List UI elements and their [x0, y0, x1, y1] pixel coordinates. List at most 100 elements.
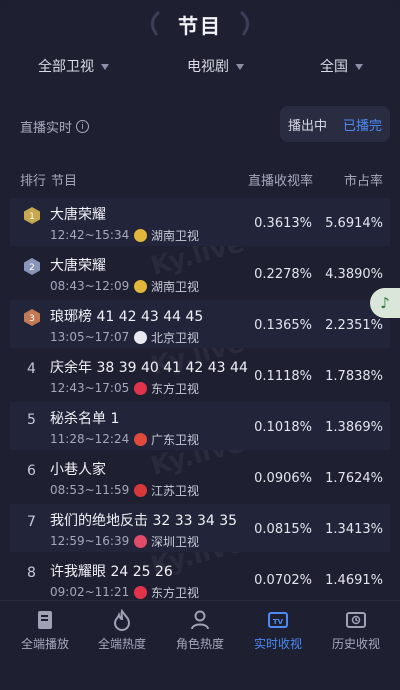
table-row[interactable]: 5 秘杀名单 1 11:28~12:24 广东卫视 0.1018% 1.3869…: [10, 402, 390, 450]
share-value: 1.4691%: [325, 573, 383, 588]
program-name: 大唐荣耀: [50, 207, 106, 223]
rating-value: 0.0815%: [254, 522, 312, 537]
station-name: 北京卫视: [151, 331, 200, 345]
nav-item-realtime-ratings[interactable]: TV 实时收视: [238, 609, 318, 652]
music-note-icon: ♪: [380, 294, 390, 312]
nav-label: 实时收视: [253, 637, 302, 651]
program-time: 08:43~12:09: [50, 279, 130, 293]
program-name: 小巷人家: [50, 462, 106, 478]
bronze-medal-icon: 3: [24, 309, 40, 326]
nav-item-history-ratings[interactable]: 历史收视: [316, 609, 396, 652]
station-logo-icon: [134, 280, 147, 293]
nav-label: 角色热度: [175, 637, 224, 651]
program-name: 许我耀眼 24 25 26: [50, 564, 173, 580]
header: 节目: [0, 0, 400, 46]
share-value: 2.2351%: [325, 318, 383, 333]
broadcast-toggle: 播出中 已播完: [280, 106, 390, 142]
table-row[interactable]: 1 大唐荣耀 12:42~15:34 湖南卫视 0.3613% 5.6914%: [10, 198, 390, 246]
filter-station-label: 全部卫视: [38, 59, 94, 75]
table-row[interactable]: 4 庆余年 38 39 40 41 42 43 44 12:43~17:05 东…: [10, 351, 390, 399]
rating-value: 0.1018%: [254, 420, 312, 435]
tv-icon: TV: [268, 612, 288, 628]
header-rating[interactable]: 直播收视率: [248, 170, 313, 189]
table-row[interactable]: 6 小巷人家 08:53~11:59 江苏卫视 0.0906% 1.7624%: [10, 453, 390, 501]
filter-station[interactable]: 全部卫视: [38, 56, 109, 76]
live-row: 直播实时 i 播出中 已播完: [0, 106, 400, 144]
rank-number: 8: [27, 565, 36, 581]
rank-number: 3: [29, 314, 35, 324]
station-name: 湖南卫视: [151, 280, 200, 294]
table-row[interactable]: 3 琅琊榜 41 42 43 44 45 13:05~17:07 北京卫视 0.…: [10, 300, 390, 348]
table-row[interactable]: 2 大唐荣耀 08:43~12:09 湖南卫视 0.2278% 4.3890%: [10, 249, 390, 297]
rank-number: 7: [27, 514, 36, 530]
filter-bar: 全部卫视 电视剧 全国: [0, 56, 400, 84]
table-header: 排行 节目 直播收视率 市占率: [0, 170, 400, 190]
nav-label: 全端播放: [20, 637, 69, 651]
station: 北京卫视: [134, 329, 199, 346]
program-name: 我们的绝地反击 32 33 34 35: [50, 513, 238, 529]
rating-value: 0.0906%: [254, 471, 312, 486]
header-share[interactable]: 市占率: [344, 170, 383, 189]
rank-number: 4: [27, 361, 36, 377]
program-name: 秘杀名单 1: [50, 411, 120, 427]
station-name: 广东卫视: [151, 433, 200, 447]
station-name: 东方卫视: [151, 382, 200, 396]
station: 湖南卫视: [134, 278, 199, 295]
live-label-text: 直播实时: [20, 121, 73, 136]
filter-genre-label: 电视剧: [187, 59, 229, 75]
rating-value: 0.0702%: [254, 573, 312, 588]
station-logo-icon: [134, 484, 147, 497]
rating-value: 0.1118%: [254, 369, 312, 384]
station: 湖南卫视: [134, 227, 199, 244]
svg-text:TV: TV: [273, 618, 284, 626]
page-title: 节目: [178, 14, 222, 38]
chevron-down-icon: [236, 64, 244, 70]
music-float-button[interactable]: ♪: [370, 288, 400, 318]
share-value: 1.3413%: [325, 522, 383, 537]
station-logo-icon: [134, 586, 147, 599]
rating-value: 0.2278%: [254, 267, 312, 282]
filter-genre[interactable]: 电视剧: [187, 56, 244, 76]
person-icon: [191, 610, 209, 630]
program-time: 12:43~17:05: [50, 381, 130, 395]
share-value: 1.7838%: [325, 369, 383, 384]
filter-region[interactable]: 全国: [320, 56, 363, 76]
station-logo-icon: [134, 229, 147, 242]
station-name: 江苏卫视: [151, 484, 200, 498]
program-time: 08:53~11:59: [50, 483, 130, 497]
toggle-on-air[interactable]: 播出中: [280, 115, 335, 134]
nav-item-all-play[interactable]: 全端播放: [5, 609, 85, 652]
rank-number: 2: [29, 263, 35, 273]
station: 东方卫视: [134, 380, 199, 397]
silver-medal-icon: 2: [24, 258, 40, 275]
station-name: 湖南卫视: [151, 229, 200, 243]
info-icon[interactable]: i: [76, 120, 90, 133]
program-name: 大唐荣耀: [50, 258, 106, 274]
station-logo-icon: [134, 535, 147, 548]
station: 深圳卫视: [134, 533, 199, 550]
app-window: 节目 全部卫视 电视剧 全国 直播实时 i 播出中 已播完 排行 节目 直播收视…: [0, 0, 400, 690]
bottom-nav: 全端播放 全端热度 角色热度 TV 实时收视 历史收视: [0, 600, 400, 690]
chevron-down-icon: [101, 64, 109, 70]
table-row[interactable]: 8 许我耀眼 24 25 26 09:02~11:21 东方卫视 0.0702%…: [10, 555, 390, 603]
flame-icon: [113, 609, 131, 631]
table-row[interactable]: 7 我们的绝地反击 32 33 34 35 12:59~16:39 深圳卫视 0…: [10, 504, 390, 552]
rank-number: 6: [27, 463, 36, 479]
filter-region-label: 全国: [320, 59, 348, 75]
nav-item-all-heat[interactable]: 全端热度: [82, 609, 162, 652]
share-value: 4.3890%: [325, 267, 383, 282]
nav-label: 全端热度: [97, 637, 146, 651]
program-time: 11:28~12:24: [50, 432, 130, 446]
gold-medal-icon: 1: [24, 207, 40, 224]
nav-label: 历史收视: [331, 637, 380, 651]
toggle-finished[interactable]: 已播完: [335, 115, 390, 134]
history-tv-icon: [346, 612, 366, 628]
nav-item-role-heat[interactable]: 角色热度: [160, 609, 240, 652]
station: 东方卫视: [134, 584, 199, 601]
program-time: 12:42~15:34: [50, 228, 130, 242]
book-icon: [38, 611, 52, 629]
station: 江苏卫视: [134, 482, 199, 499]
station-name: 深圳卫视: [151, 535, 200, 549]
program-name: 庆余年 38 39 40 41 42 43 44: [50, 360, 248, 376]
rating-value: 0.1365%: [254, 318, 312, 333]
